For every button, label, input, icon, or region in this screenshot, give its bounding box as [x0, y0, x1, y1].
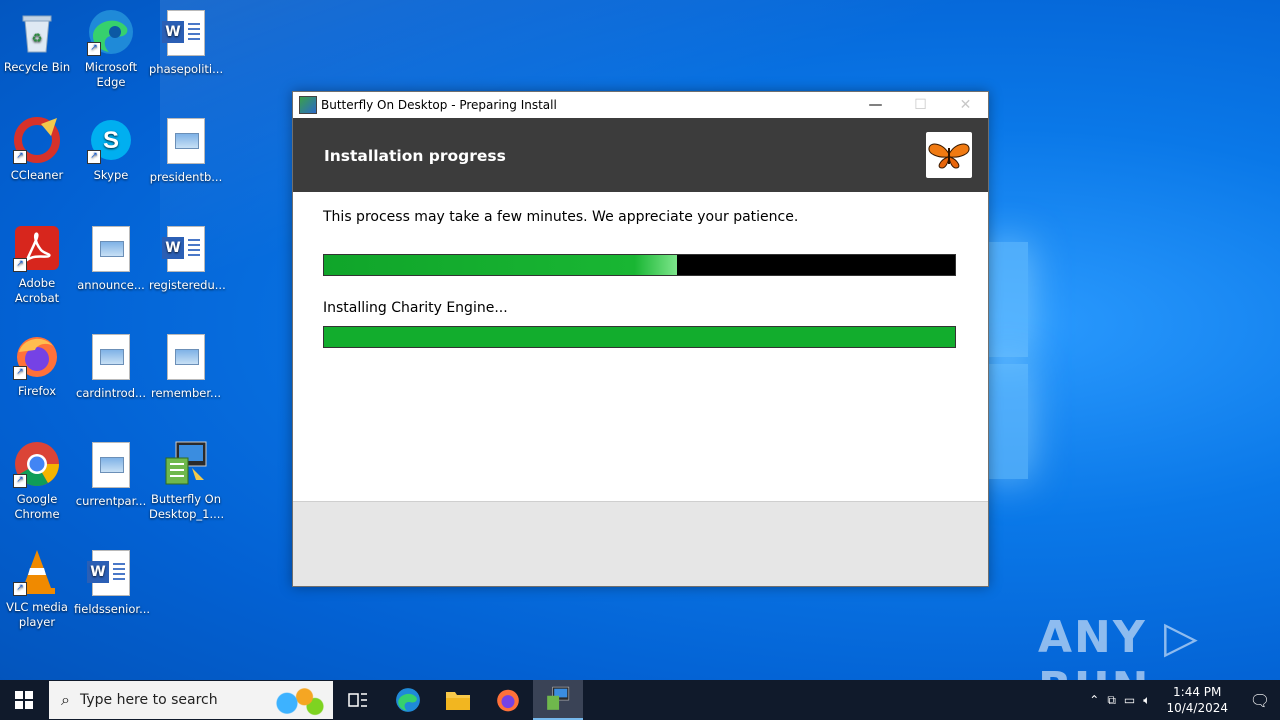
installer-header: Installation progress: [293, 118, 988, 192]
recycle-bin-icon: ♻: [13, 8, 61, 56]
step-progress-fill: [324, 327, 955, 347]
edge-icon: ↗: [87, 8, 135, 56]
chrome-icon: ↗: [13, 440, 61, 488]
vlc-cone-icon: ↗: [13, 548, 61, 596]
patience-message: This process may take a few minutes. We …: [323, 209, 799, 225]
installer-footer: [293, 501, 988, 586]
desktop-icon-fieldssenior[interactable]: W fieldssenior...: [74, 548, 150, 617]
start-button[interactable]: [0, 680, 48, 720]
taskbar: ⌕ Type here to search ⌃ ⧉ ▭ 🔈︎ 1:44 PM 1…: [0, 680, 1280, 720]
search-placeholder: Type here to search: [79, 692, 218, 708]
step-progress-bar: [323, 326, 956, 348]
installer-app-icon: [299, 96, 317, 114]
install-status-text: Installing Charity Engine...: [323, 300, 508, 316]
taskbar-search-box[interactable]: ⌕ Type here to search: [49, 681, 333, 719]
edge-icon: [396, 688, 420, 712]
minimize-button[interactable]: —: [853, 92, 898, 118]
desktop-icon-announce[interactable]: announce...: [74, 224, 148, 293]
image-file-icon: [162, 334, 210, 382]
taskbar-file-explorer[interactable]: [433, 680, 483, 720]
desktop-icon-ccleaner[interactable]: ↗ CCleaner: [0, 116, 74, 183]
desktop-icon-google-chrome[interactable]: ↗ Google Chrome: [0, 440, 74, 522]
firefox-icon: ↗: [13, 332, 61, 380]
desktop-icon-butterfly-installer[interactable]: Butterfly On Desktop_1....: [149, 440, 224, 522]
word-doc-icon: W: [162, 10, 210, 58]
image-file-icon: [87, 442, 135, 490]
system-tray: ⌃ ⧉ ▭ 🔈︎ 1:44 PM 10/4/2024 🗨︎: [1085, 684, 1280, 716]
overall-progress-fill: [324, 255, 678, 275]
desktop-icon-registeredu[interactable]: W registeredu...: [149, 224, 226, 293]
overall-progress-bar: [323, 254, 956, 276]
word-doc-icon: W: [162, 226, 210, 274]
installer-icon: [162, 440, 210, 488]
windows-logo-wallpaper: [988, 242, 1030, 482]
taskbar-clock[interactable]: 1:44 PM 10/4/2024: [1166, 684, 1228, 716]
chevron-up-icon[interactable]: ⌃: [1089, 693, 1099, 707]
notification-center-icon[interactable]: 🗨︎: [1240, 691, 1280, 710]
firefox-icon: [497, 689, 519, 712]
clock-time: 1:44 PM: [1173, 685, 1222, 699]
search-icon: ⌕: [61, 690, 70, 709]
network-icon[interactable]: ▭: [1124, 693, 1135, 707]
header-title: Installation progress: [324, 147, 506, 165]
desktop-icon-phasepoliti[interactable]: W phasepoliti...: [149, 8, 223, 77]
installer-content: This process may take a few minutes. We …: [293, 192, 988, 501]
word-doc-icon: W: [87, 550, 135, 598]
skype-icon: S ↗: [87, 116, 135, 164]
volume-icon[interactable]: 🔈︎: [1143, 693, 1150, 708]
butterfly-logo-icon: [926, 132, 972, 178]
search-highlight-illustration: [259, 684, 329, 716]
image-file-icon: [162, 118, 210, 166]
svg-text:♻: ♻: [32, 31, 43, 45]
acrobat-icon: ↗: [13, 224, 61, 272]
folder-icon: [446, 692, 470, 710]
svg-text:S: S: [103, 127, 119, 154]
installer-window[interactable]: Butterfly On Desktop - Preparing Install…: [292, 91, 989, 587]
close-button: ✕: [959, 97, 972, 113]
desktop-icon-cardintrod[interactable]: cardintrod...: [74, 332, 148, 401]
installer-icon: [547, 686, 570, 710]
window-title: Butterfly On Desktop - Preparing Install: [321, 98, 557, 112]
window-titlebar[interactable]: Butterfly On Desktop - Preparing Install…: [293, 92, 988, 118]
desktop-icon-skype[interactable]: S ↗ Skype: [74, 116, 148, 183]
image-file-icon: [87, 334, 135, 382]
desktop-icon-vlc[interactable]: ↗ VLC media player: [0, 548, 74, 630]
desktop-icon-microsoft-edge[interactable]: ↗ Microsoft Edge: [74, 8, 148, 90]
windows-start-icon: [15, 691, 33, 709]
desktop-icon-firefox[interactable]: ↗ Firefox: [0, 332, 74, 399]
desktop-icon-presidentb[interactable]: presidentb...: [149, 116, 223, 185]
desktop-icon-remember[interactable]: remember...: [149, 332, 223, 401]
clock-date: 10/4/2024: [1166, 701, 1228, 715]
desktop-icon-currentpar[interactable]: currentpar...: [74, 440, 148, 509]
desktop-icon-recycle-bin[interactable]: ♻ Recycle Bin: [0, 8, 74, 75]
taskbar-firefox[interactable]: [483, 680, 533, 720]
ccleaner-icon: ↗: [13, 116, 61, 164]
taskbar-butterfly-installer[interactable]: [533, 680, 583, 720]
task-view-icon: [348, 693, 367, 707]
image-file-icon: [87, 226, 135, 274]
taskbar-edge[interactable]: [383, 680, 433, 720]
desktop-icon-adobe-acrobat[interactable]: ↗ Adobe Acrobat: [0, 224, 74, 306]
task-view-button[interactable]: [333, 680, 383, 720]
maximize-button: ☐: [914, 97, 927, 113]
network-adapter-icon[interactable]: ⧉: [1107, 693, 1116, 708]
